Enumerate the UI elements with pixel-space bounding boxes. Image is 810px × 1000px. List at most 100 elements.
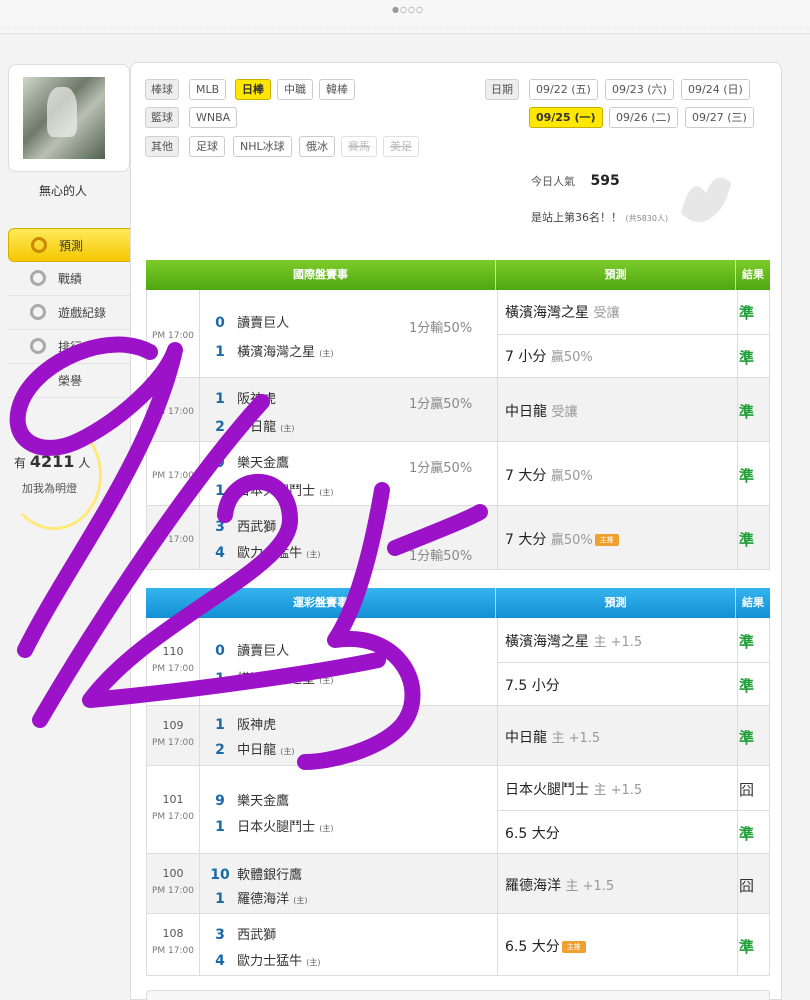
away-team: 4 歐力士猛牛 (主) (207, 542, 321, 561)
prediction: 7 小分 贏50% (505, 346, 593, 366)
date-0926[interactable]: 09/26 (二) (609, 107, 678, 128)
prediction: 中日龍 主 +1.5 (505, 727, 600, 747)
fans-prefix: 有 (14, 456, 27, 470)
host-tag: (主) (293, 896, 308, 905)
away-name: 歐力士猛牛 (237, 546, 303, 561)
chip-cpbl[interactable]: 中職 (277, 79, 313, 100)
pred-note: 受讓 (551, 405, 578, 420)
chip-horse: 賽馬 (341, 136, 377, 157)
result-hit: 準 (739, 677, 755, 695)
sidebar-item-predict[interactable]: 預測 (8, 228, 134, 262)
away-name: 橫濱海灣之星 (237, 672, 316, 687)
avatar-card[interactable] (8, 64, 130, 172)
result-hit: 準 (739, 825, 755, 843)
game-time: 110 PM 17:00 (147, 646, 199, 675)
date-0923[interactable]: 09/23 (六) (605, 79, 674, 100)
top-bar: ●○○○ (0, 0, 810, 34)
pred-pick: 中日龍 (505, 730, 547, 746)
home-name: 讀賣巨人 (237, 316, 290, 331)
home-team: 1 阪神虎 (207, 388, 276, 407)
game-time-text: PM 17:00 (152, 886, 194, 896)
bottom-bar (146, 990, 770, 1000)
result-hit: 準 (739, 729, 755, 747)
home-team: 9 樂天金鷹 (207, 790, 289, 809)
home-team: 0 讀賣巨人 (207, 312, 289, 331)
baseball-label: 棒球 (145, 79, 179, 100)
sidebar-item-label: 遊戲紀錄 (58, 306, 107, 320)
home-score: 9 (215, 455, 225, 471)
home-team: 10 軟體銀行鷹 (207, 864, 302, 883)
circle-icon (30, 304, 46, 320)
pred-note: 贏50% (550, 533, 593, 548)
away-team: 1 橫濱海灣之星 (主) (207, 341, 333, 360)
game-time-text: PM 17:00 (152, 664, 194, 674)
site-rank: 是站上第36名！！ (共5830人) (531, 209, 668, 225)
pred-note: 受讓 (593, 306, 620, 321)
game-number: 108 (162, 927, 184, 940)
home-name: 阪神虎 (237, 718, 277, 733)
date-0927[interactable]: 09/27 (三) (685, 107, 754, 128)
away-team: 2 中日龍 (主) (207, 416, 294, 435)
intl-header-pred: 預測 (496, 260, 736, 290)
date-0922[interactable]: 09/22 (五) (529, 79, 598, 100)
chip-wnba[interactable]: WNBA (189, 107, 238, 128)
pred-pick: 7 小分 (505, 349, 547, 365)
host-tag: (主) (306, 550, 321, 559)
date-0924[interactable]: 09/24 (日) (681, 79, 750, 100)
game-time-text: PM 17:00 (152, 738, 194, 748)
rank-text: 是站上第36名！！ (531, 211, 622, 224)
home-team: 3 西武獅 (207, 924, 276, 943)
game-time: 100 PM 17:00 (147, 868, 199, 897)
pred-note: 主 +1.5 (565, 879, 615, 894)
result-hit: 準 (739, 349, 755, 367)
prediction: 7 大分 贏50% (505, 465, 593, 485)
away-score: 1 (215, 891, 225, 907)
result-hit: 準 (739, 403, 755, 421)
prediction: 中日龍 受讓 (505, 401, 577, 421)
home-score: 3 (215, 519, 225, 535)
away-name: 歐力士猛牛 (237, 954, 303, 969)
chip-khl[interactable]: 俄冰 (299, 136, 335, 157)
sidebar-menu: 預測 戰績 遊戲紀錄 排行 ★ 榮譽 (8, 228, 134, 398)
home-team: 9 樂天金鷹 (207, 452, 289, 471)
sidebar-item-record[interactable]: 戰績 (8, 262, 134, 296)
chip-soccer[interactable]: 足球 (189, 136, 225, 157)
home-name: 阪神虎 (237, 392, 277, 407)
away-score: 1 (215, 671, 225, 687)
intl-game-row: PM 17:00 1 阪神虎 2 中日龍 (主) 1分贏50% 中日龍 受讓 準 (146, 378, 770, 442)
home-name: 樂天金鷹 (237, 794, 290, 809)
home-score: 0 (215, 315, 225, 331)
home-name: 西武獅 (237, 928, 277, 943)
sidebar-item-ranking[interactable]: 排行 (8, 330, 134, 364)
chip-npb[interactable]: 日棒 (235, 79, 271, 100)
prediction: 7.5 小分 (505, 675, 560, 695)
sidebar-item-label: 排行 (58, 340, 83, 354)
home-score: 10 (210, 867, 230, 883)
home-score: 3 (215, 927, 225, 943)
host-tag: (主) (280, 747, 295, 756)
result-miss: 囧 (739, 781, 755, 799)
home-score: 9 (215, 793, 225, 809)
away-team: 1 日本火腿鬥士 (主) (207, 816, 333, 835)
result-miss: 囧 (739, 877, 755, 895)
home-score: 0 (215, 643, 225, 659)
away-score: 1 (215, 483, 225, 499)
sidebar-item-label: 預測 (59, 239, 84, 253)
pred-note: 贏50% (550, 350, 593, 365)
intl-table-header: 國際盤賽事 預測 結果 (146, 260, 770, 290)
lottery-header-game: 運彩盤賽事 (146, 588, 496, 618)
result-hit: 準 (739, 304, 755, 322)
date-0925[interactable]: 09/25 (一) (529, 107, 603, 128)
popularity-label: 今日人氣 (531, 175, 575, 188)
avatar[interactable] (23, 77, 105, 159)
result-hit: 準 (739, 633, 755, 651)
chip-kbo[interactable]: 韓棒 (319, 79, 355, 100)
sidebar-item-honor[interactable]: ★ 榮譽 (8, 364, 134, 398)
intl-header-game: 國際盤賽事 (146, 260, 496, 290)
sidebar-item-history[interactable]: 遊戲紀錄 (8, 296, 134, 330)
game-time: 101 PM 17:00 (147, 794, 199, 823)
follow-button[interactable]: 加我為明燈 (22, 480, 77, 496)
chip-mlb[interactable]: MLB (189, 79, 227, 100)
page-indicator: ●○○○ (392, 5, 424, 14)
chip-nhl[interactable]: NHL冰球 (233, 136, 292, 157)
